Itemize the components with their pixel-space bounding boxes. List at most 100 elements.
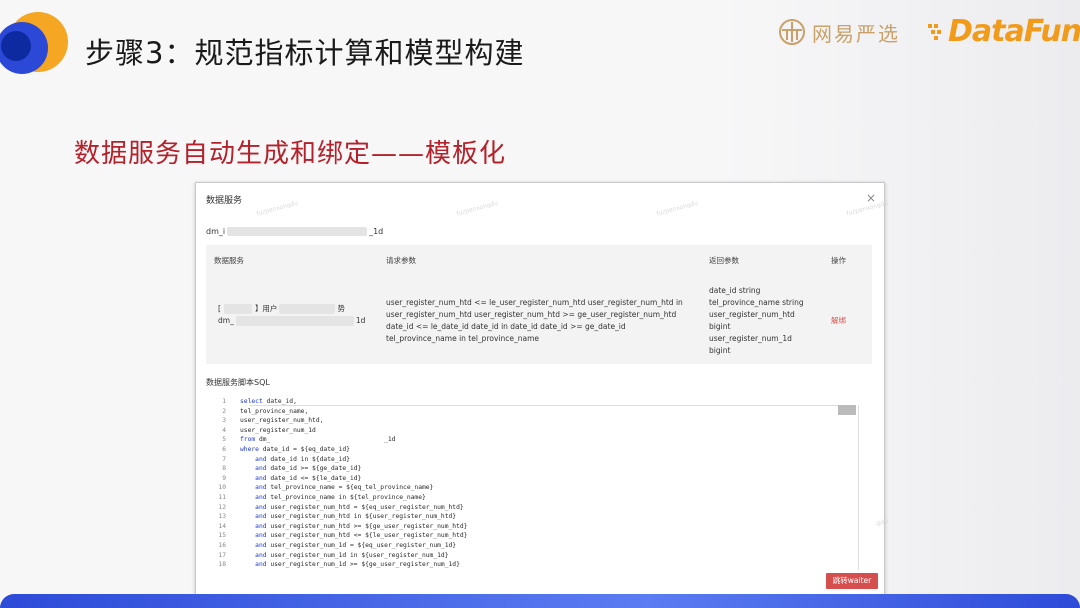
editor-minimap (838, 405, 856, 415)
line-number: 12 (218, 503, 226, 511)
line-number: 9 (222, 474, 226, 482)
sql-code: tel_province_name, (240, 407, 309, 415)
sql-line: 14 and user_register_num_htd >= ${ge_use… (206, 523, 467, 533)
sql-code: tel_province_name in ${tel_province_name… (266, 494, 426, 501)
return-params-cell: date_id string tel_province_name string … (709, 285, 804, 357)
line-number: 7 (222, 455, 226, 463)
sql-line: 18 and user_register_num_1d >= ${ge_user… (206, 561, 459, 571)
sql-line: 2 tel_province_name, (206, 408, 308, 418)
sql-section-label: 数据服务脚本SQL (206, 378, 270, 387)
sql-line: 9 and date_id <= ${le_date_id} (206, 475, 361, 485)
service-text: 1d (355, 316, 366, 325)
sql-code: date_id in ${date_id} (266, 455, 350, 463)
sql-keyword: and (255, 465, 267, 473)
sql-line: 6 where date_id = ${eq_date_id} (206, 446, 350, 456)
sql-code: user_register_num_1d in ${user_register_… (266, 551, 449, 559)
sql-line: 7 and date_id in ${date_id} (206, 456, 350, 466)
return-param-line: user_register_num_1d (709, 334, 792, 343)
slide-title: 步骤3：规范指标计算和模型构建 (85, 36, 525, 70)
line-number: 2 (222, 407, 226, 415)
netease-yanxuan-logo: 网易严选 (778, 16, 900, 48)
bottom-bar (0, 594, 1080, 608)
service-cell: [ 】用户 势 dm_ 1d (218, 303, 365, 327)
sql-code: user_register_num_1d = ${eq_user_registe… (266, 542, 457, 549)
request-param-line: user_register_num_htd user_register_num_… (386, 310, 677, 319)
jump-to-waiter-button[interactable]: 跳转waiter (826, 573, 878, 589)
service-text: dm_ (218, 316, 234, 325)
sql-code: date_id = ${eq_date_id} (258, 446, 350, 453)
sql-line: 12 and user_register_num_htd = ${eq_user… (206, 503, 464, 514)
service-name-suffix: _1d (369, 227, 384, 236)
service-table: 数据服务 请求参数 返回参数 操作 [ 】用户 势 dm_ 1d user_re… (206, 245, 872, 364)
line-number: 1 (222, 398, 226, 405)
line-number: 16 (218, 542, 226, 549)
sql-code: tel_province_name = ${eq_tel_province_na… (266, 484, 434, 492)
line-number: 10 (218, 484, 226, 492)
sql-line: 4 user_register_num_1d (206, 427, 316, 437)
sql-line: 13 and user_register_num_htd in ${user_r… (206, 513, 456, 523)
sql-keyword: and (255, 494, 267, 501)
redacted-block (223, 304, 252, 314)
yanxuan-logo-icon (779, 19, 805, 45)
sql-code: dm_ _1d (255, 436, 396, 444)
sql-keyword: and (255, 542, 267, 549)
editor-scrollbar[interactable] (858, 405, 859, 570)
unbind-link[interactable]: 解绑 (831, 315, 846, 326)
service-text: 势 (337, 304, 345, 313)
sql-code: user_register_num_htd, (240, 417, 324, 425)
sql-keyword: and (255, 474, 267, 482)
return-param-line: tel_province_name string (709, 298, 804, 307)
sql-line: 16 and user_register_num_1d = ${eq_user_… (206, 542, 456, 552)
request-param-line: date_id <= le_date_id date_id in date_id… (386, 322, 626, 331)
sql-editor[interactable]: 1 select date_id, 2 tel_province_name, 3 user… (206, 396, 876, 572)
editor-current-line (250, 405, 850, 406)
line-number: 14 (218, 522, 226, 530)
sql-line: 1 select date_id, (206, 398, 297, 408)
sql-line: 3 user_register_num_htd, (206, 417, 323, 427)
col-header-service: 数据服务 (214, 256, 244, 265)
brand-datafun-text: DataFun. (948, 14, 1080, 49)
slide-subtitle: 数据服务自动生成和绑定——模板化 (74, 139, 507, 169)
service-text: [ (218, 304, 221, 313)
sql-line: 8 and date_id >= ${ge_date_id} (206, 465, 361, 475)
col-header-return-params: 返回参数 (709, 256, 739, 265)
line-number: 3 (222, 417, 226, 425)
sql-code: date_id, (262, 398, 297, 405)
sql-keyword: where (240, 446, 259, 453)
redacted-block (235, 316, 354, 326)
sql-line: 15 and user_register_num_htd <= ${le_use… (206, 532, 467, 542)
service-name-prefix: dm_i (206, 227, 226, 236)
sql-code: user_register_num_htd = ${eq_user_regist… (266, 503, 464, 511)
sql-line: 5 from dm_ _1d (206, 436, 395, 446)
line-number: 6 (222, 446, 226, 453)
sql-line: 10 and tel_province_name = ${eq_tel_prov… (206, 484, 433, 494)
dialog-title: 数据服务 (206, 196, 243, 206)
sql-keyword: from (240, 436, 256, 444)
brand-netease-text: 网易严选 (812, 21, 900, 46)
line-number: 17 (218, 551, 226, 559)
request-param-line: tel_province_name in tel_province_name (386, 334, 539, 343)
sql-code: date_id >= ${ge_date_id} (266, 465, 362, 473)
request-param-line: user_register_num_htd <= le_user_registe… (386, 298, 683, 307)
sql-code: user_register_num_htd <= ${le_user_regis… (266, 532, 468, 540)
watermark: fuzpanxongdu (655, 199, 699, 218)
sql-code: date_id <= ${le_date_id} (266, 474, 362, 482)
line-number: 8 (222, 465, 226, 473)
sql-keyword: and (255, 532, 267, 540)
sql-line: 17 and user_register_num_1d in ${user_re… (206, 551, 449, 562)
return-param-line: date_id string (709, 286, 761, 295)
watermark: fuzpanxongdu (255, 199, 299, 218)
sql-code: user_register_num_1d (240, 426, 316, 434)
